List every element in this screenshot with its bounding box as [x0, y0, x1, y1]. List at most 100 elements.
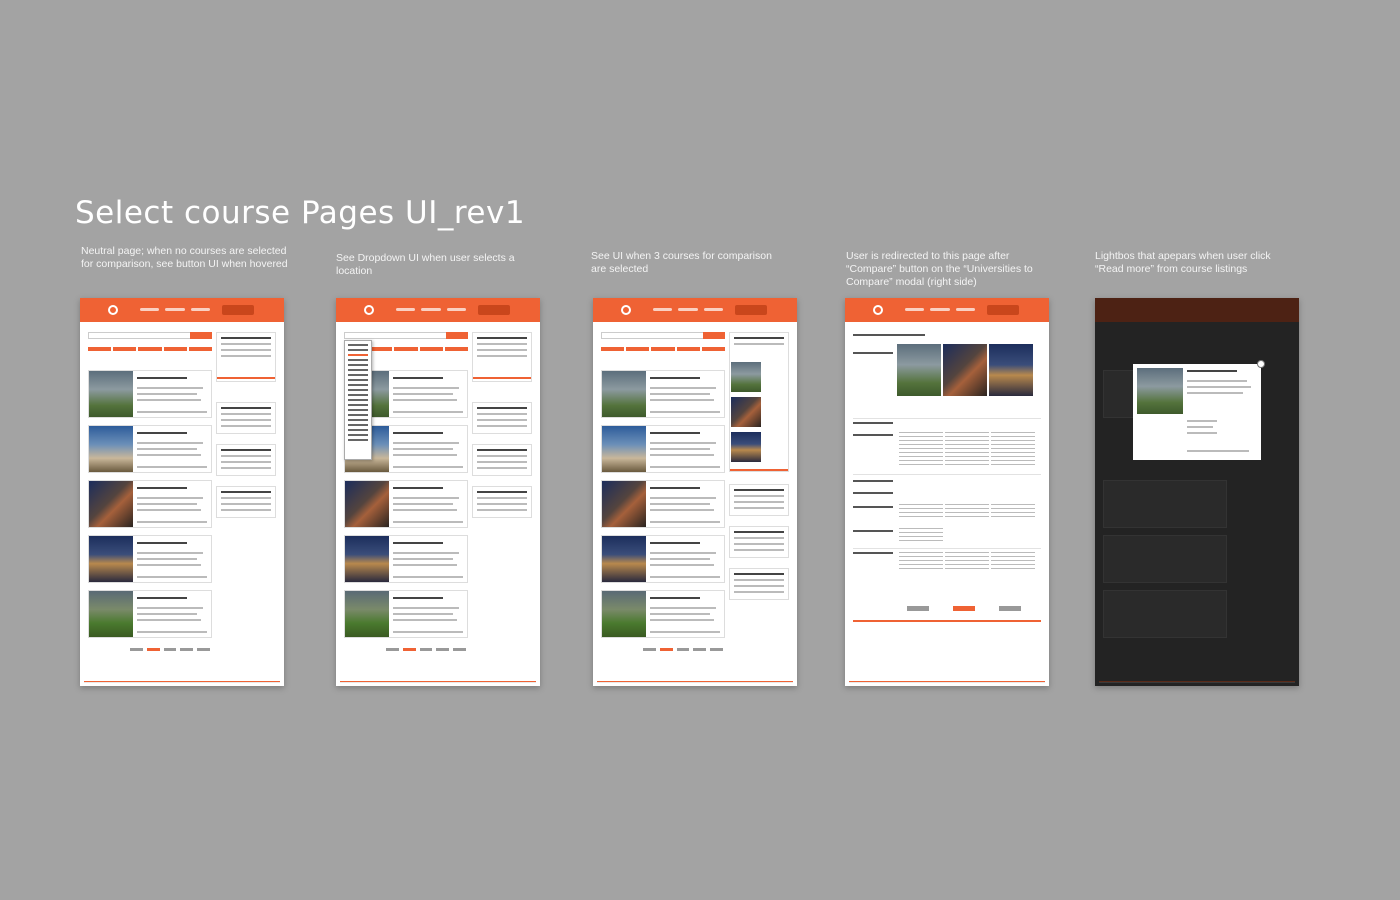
- mockup-dropdown[interactable]: [336, 298, 540, 686]
- browse-panel: [729, 526, 789, 558]
- row-label: [853, 506, 893, 508]
- row-label: [853, 530, 893, 532]
- close-icon: [1257, 360, 1265, 368]
- university-photo: [345, 591, 389, 637]
- comparison-heading: [853, 334, 925, 336]
- filter-tags: [88, 347, 213, 351]
- cell-text: [899, 432, 943, 468]
- apply-button: [953, 606, 975, 611]
- cell-text: [899, 552, 943, 572]
- university-photo: [345, 481, 389, 527]
- browse-panel: [216, 444, 276, 476]
- pagination: [130, 648, 210, 651]
- row-label: [853, 480, 893, 482]
- mockup-compare-selected[interactable]: [593, 298, 797, 686]
- course-card: [601, 370, 725, 418]
- mock-header: [1095, 298, 1299, 322]
- university-photo: [89, 426, 133, 472]
- row-label: [853, 434, 893, 436]
- compare-thumb: [731, 397, 761, 427]
- course-card: [344, 590, 468, 638]
- mock-footer: [1099, 681, 1295, 683]
- university-photo: [89, 371, 133, 417]
- caption-neutral-page: Neutral page; when no courses are select…: [81, 245, 288, 270]
- compare-panel: [216, 332, 276, 382]
- university-photo: [89, 591, 133, 637]
- row-label: [853, 492, 893, 494]
- comparison-photo: [989, 344, 1033, 396]
- row-label: [853, 422, 893, 424]
- logo-icon: [873, 305, 883, 315]
- course-card: [601, 590, 725, 638]
- course-card: [88, 590, 212, 638]
- logo-icon: [108, 305, 118, 315]
- page-title: Select course Pages UI_rev1: [75, 195, 526, 231]
- dimmed-card: [1103, 480, 1227, 528]
- mock-footer: [340, 681, 536, 683]
- course-card: [344, 480, 468, 528]
- search-button: [190, 332, 212, 339]
- row-divider: [853, 418, 1041, 419]
- university-photo: [89, 536, 133, 582]
- dimmed-card: [1103, 535, 1227, 583]
- cell-text: [991, 432, 1035, 468]
- course-card: [601, 425, 725, 473]
- caption-lightbox: Lightbos that apepars when user click “R…: [1095, 250, 1271, 275]
- mock-header: [593, 298, 797, 322]
- course-card: [601, 535, 725, 583]
- location-dropdown: [344, 340, 372, 460]
- mockup-comparison-page[interactable]: [845, 298, 1049, 686]
- row-divider: [853, 548, 1041, 549]
- row-label: [853, 352, 893, 354]
- mockup-neutral-page[interactable]: [80, 298, 284, 686]
- mock-nav: [905, 308, 975, 311]
- dimmed-card: [1103, 590, 1227, 638]
- comparison-photo: [897, 344, 941, 396]
- caption-dropdown: See Dropdown UI when user selects a loca…: [336, 252, 515, 277]
- logo-icon: [364, 305, 374, 315]
- browse-panel: [472, 444, 532, 476]
- user-menu: [478, 305, 510, 315]
- cell-text: [899, 504, 943, 520]
- mock-footer: [597, 681, 793, 683]
- mock-header: [336, 298, 540, 322]
- compare-panel: [472, 332, 532, 382]
- mock-nav: [140, 308, 210, 311]
- comparison-photo: [943, 344, 987, 396]
- course-card: [344, 535, 468, 583]
- mock-footer: [849, 681, 1045, 683]
- search-button: [446, 332, 468, 339]
- browse-panel: [472, 486, 532, 518]
- caption-compare-selected: See UI when 3 courses for comparison are…: [591, 250, 772, 275]
- row-divider: [853, 474, 1041, 475]
- mockup-lightbox[interactable]: [1095, 298, 1299, 686]
- university-photo: [89, 481, 133, 527]
- user-menu: [222, 305, 254, 315]
- university-photo: [602, 591, 646, 637]
- logo-icon: [621, 305, 631, 315]
- filter-tags: [601, 347, 726, 351]
- cell-text: [945, 552, 989, 572]
- browse-panel: [729, 484, 789, 516]
- mock-header: [80, 298, 284, 322]
- cell-text: [991, 552, 1035, 572]
- user-menu: [987, 305, 1019, 315]
- university-photo: [602, 426, 646, 472]
- university-photo: [602, 481, 646, 527]
- course-card: [88, 480, 212, 528]
- pagination: [386, 648, 466, 651]
- mock-nav: [396, 308, 466, 311]
- apply-button: [907, 606, 929, 611]
- browse-panel: [216, 486, 276, 518]
- search-button: [703, 332, 725, 339]
- table-bottom-border: [853, 620, 1041, 622]
- lightbox-modal: [1133, 360, 1265, 460]
- cell-text: [945, 504, 989, 520]
- mock-header: [845, 298, 1049, 322]
- course-card: [88, 370, 212, 418]
- compare-thumb: [731, 362, 761, 392]
- browse-panel: [472, 402, 532, 434]
- university-photo: [602, 371, 646, 417]
- user-menu: [735, 305, 767, 315]
- browse-panel: [216, 402, 276, 434]
